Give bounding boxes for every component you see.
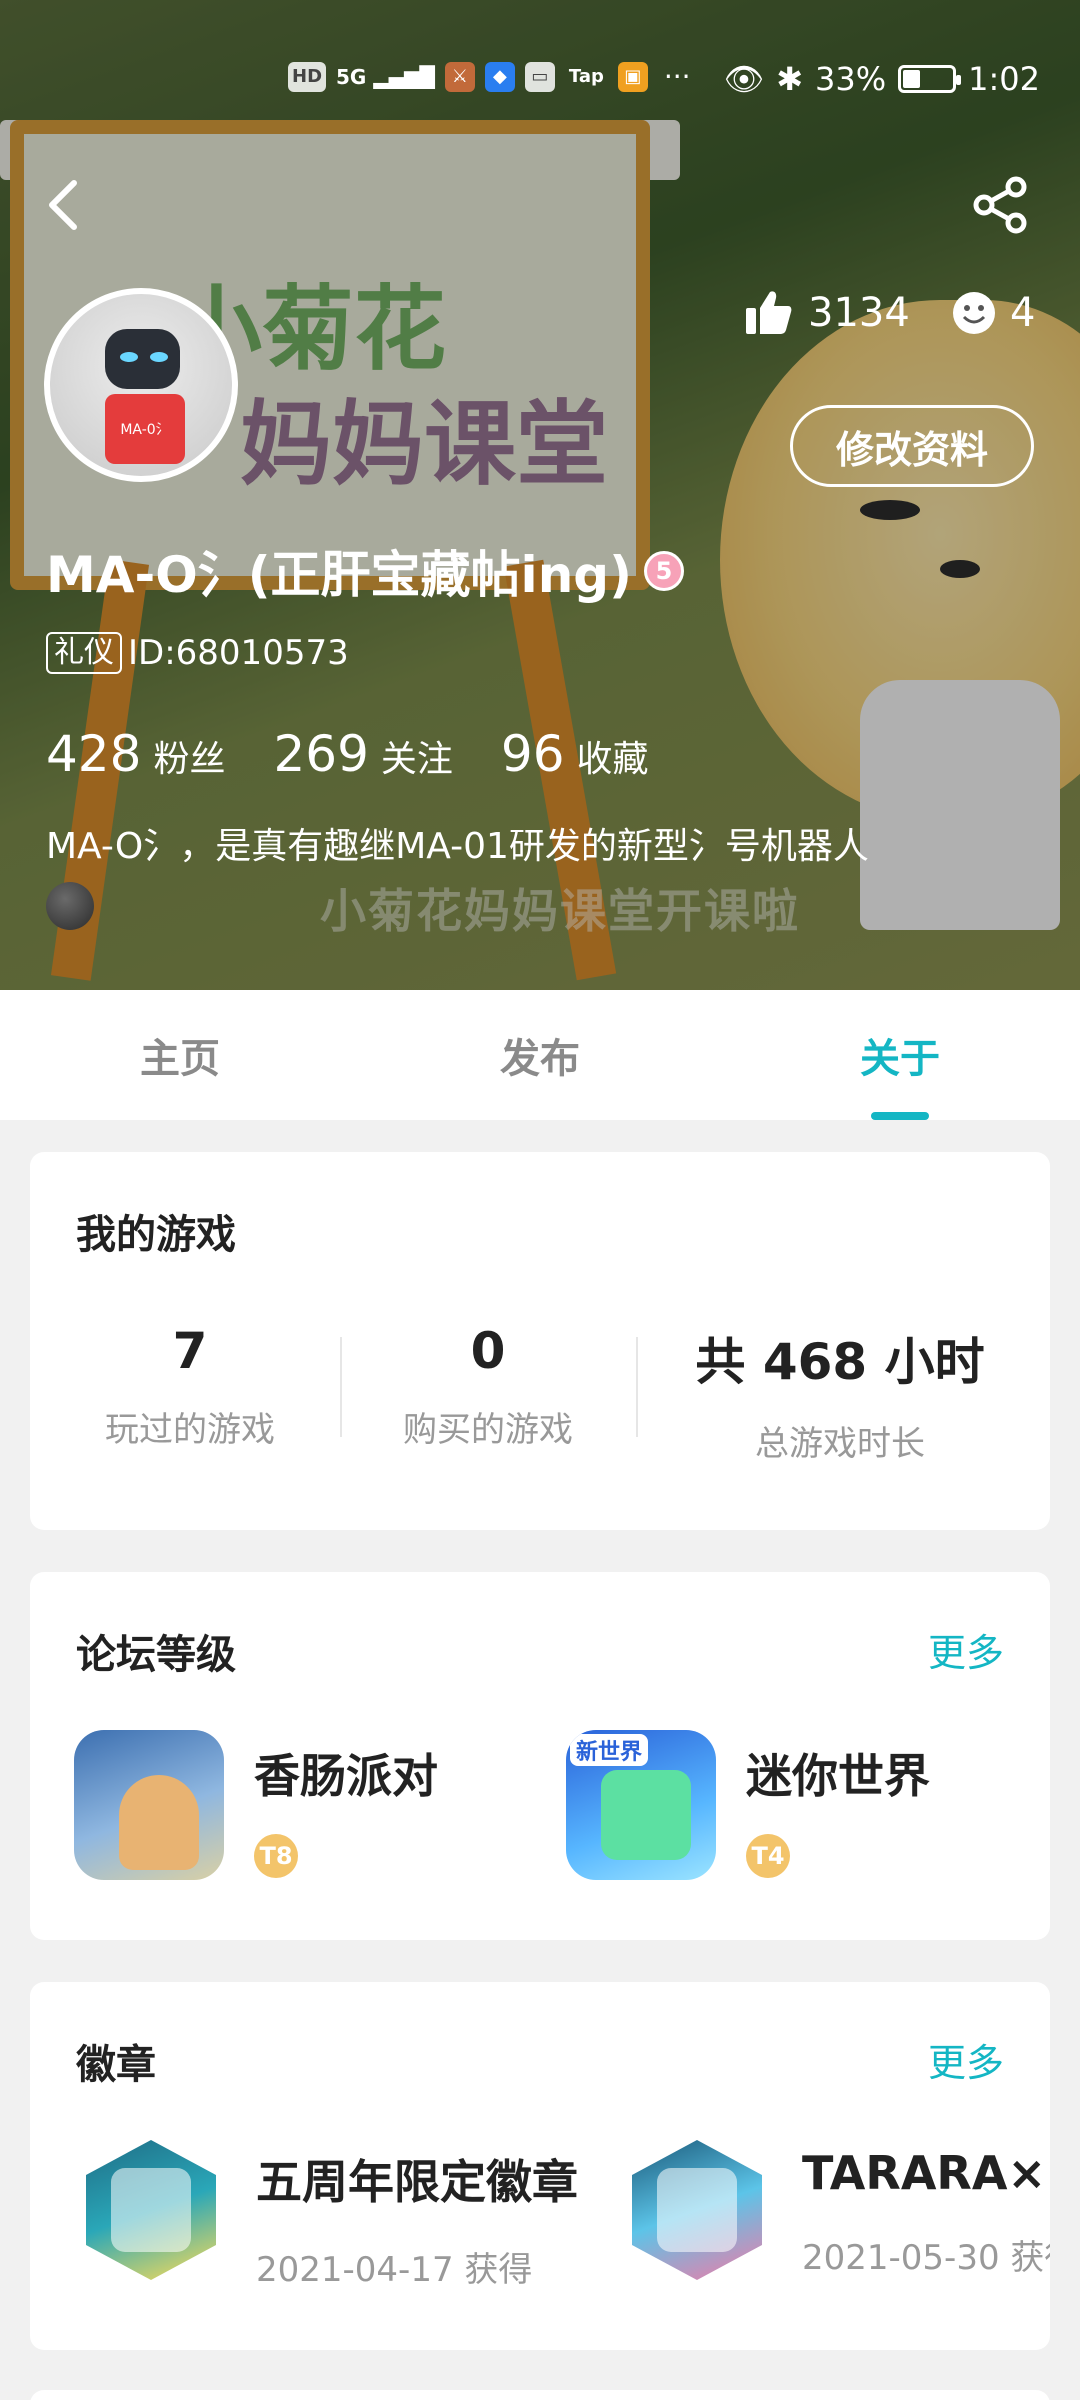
forum-level-badge-icon: T8	[254, 1834, 298, 1878]
more-notifications-icon: ···	[663, 60, 691, 93]
tab-about[interactable]: 关于	[720, 990, 1080, 1120]
shield-app-icon: ◆	[484, 61, 515, 92]
badge-info: 五周年限定徽章 2021-04-17 获得	[256, 2140, 578, 2291]
profile-tabs: 主页 发布 关于	[0, 990, 1080, 1120]
badge-info: TARARA×RO 2021-05-30 获得	[802, 2140, 1050, 2280]
mini-world-icon-tag: 新世界	[570, 1734, 649, 1766]
forum-level-card: 论坛等级 更多 香肠派对 T8 新世界 迷你世界 T4	[30, 1572, 1050, 1940]
next-card-peek	[30, 2390, 1050, 2400]
back-button[interactable]	[40, 175, 90, 235]
badge-date: 2021-05-30 获得	[802, 2238, 1050, 2278]
hd-icon: HD	[288, 61, 327, 92]
robot-body: MA-0氵	[105, 394, 185, 464]
forum-item-info: 香肠派对 T8	[254, 1730, 438, 1880]
badge-item[interactable]: 五周年限定徽章 2021-04-17 获得	[86, 2140, 578, 2291]
etiquette-tag: 礼仪	[46, 632, 122, 674]
faces-value: 4	[1010, 290, 1036, 336]
user-id: ID:68010573	[128, 633, 349, 673]
purchased-games-label: 购买的游戏	[403, 1410, 573, 1450]
huawei-app-icon: ▭	[524, 61, 555, 92]
score-app-icon: ▣	[617, 61, 648, 92]
edit-profile-button[interactable]: 修改资料	[790, 405, 1034, 487]
mini-world-icon: 新世界	[566, 1730, 716, 1880]
badges-more-link[interactable]: 更多	[928, 2032, 1004, 2087]
badge-icon-inner	[657, 2168, 737, 2252]
battery-icon	[898, 65, 962, 93]
purchased-games-count: 0	[470, 1322, 506, 1380]
my-games-card: 我的游戏 7 玩过的游戏 0 购买的游戏 共 468 小时 总游戏时长	[30, 1152, 1050, 1530]
stat-label: 关注	[380, 739, 453, 780]
sausage-party-icon	[74, 1730, 224, 1880]
tap-app-icon: Tap	[568, 66, 604, 87]
thumbs-up-icon	[746, 291, 792, 334]
forum-more-link[interactable]: 更多	[928, 1622, 1004, 1677]
forum-game-name: 迷你世界	[746, 1749, 930, 1803]
forum-level-title: 论坛等级	[76, 1632, 236, 1678]
status-left-icons: HD 5G ▂▄▆█ ⚔ ◆ ▭ Tap ▣ ···	[288, 60, 691, 93]
robot-head	[105, 329, 180, 389]
badge-name: TARARA×RO	[802, 2146, 1050, 2200]
username-text: MA-O氵(正肝宝藏帖ing)	[46, 546, 632, 604]
stat-label: 粉丝	[153, 739, 226, 780]
following-stat[interactable]: 269 关注	[273, 725, 452, 783]
eye-icon: 👁	[723, 60, 765, 98]
stat-number: 269	[273, 725, 369, 783]
sausage-character	[119, 1775, 199, 1870]
stat-label: 收藏	[576, 739, 649, 780]
stat-number: 96	[500, 725, 565, 783]
favorites-stat[interactable]: 96 收藏	[501, 725, 649, 783]
my-games-title: 我的游戏	[76, 1212, 236, 1258]
bio: MA-O氵，是真有趣继MA-01研发的新型氵号机器人	[46, 826, 869, 867]
likes-count: 3134	[744, 290, 910, 336]
chevron-left-icon	[49, 180, 77, 230]
anniversary-badge-icon	[86, 2140, 216, 2280]
status-bar: HD 5G ▂▄▆█ ⚔ ◆ ▭ Tap ▣ ··· 👁 ✱ 33% 1:02	[0, 0, 1080, 98]
badge-icon-inner	[111, 2168, 191, 2252]
share-icon	[973, 176, 1027, 234]
forum-item-info: 迷你世界 T4	[746, 1730, 930, 1880]
badges-title: 徽章	[76, 2042, 156, 2088]
total-playtime-stat[interactable]: 共 468 小时 总游戏时长	[670, 1322, 1010, 1465]
user-id-row: 礼仪 ID:68010573	[46, 632, 349, 674]
stat-number: 428	[46, 725, 142, 783]
share-button[interactable]	[970, 175, 1030, 235]
tab-posts[interactable]: 发布	[360, 990, 720, 1120]
tarara-badge-icon	[632, 2140, 762, 2280]
divider	[340, 1337, 342, 1437]
badge-item[interactable]: TARARA×RO 2021-05-30 获得	[632, 2140, 1050, 2280]
likes-value: 3134	[808, 290, 910, 336]
forum-item-mini-world[interactable]: 新世界 迷你世界 T4	[566, 1730, 930, 1880]
robot-eye	[150, 352, 168, 362]
avatar[interactable]: MA-0氵	[44, 288, 238, 482]
profile-stats: 428 粉丝 269 关注 96 收藏	[46, 725, 649, 783]
clock: 1:02	[968, 60, 1040, 98]
forum-item-sausage-party[interactable]: 香肠派对 T8	[74, 1730, 438, 1880]
smiley-icon	[953, 292, 995, 334]
badges-card: 徽章 更多 五周年限定徽章 2021-04-17 获得 TARARA×RO 20…	[30, 1982, 1050, 2350]
forum-game-name: 香肠派对	[254, 1749, 438, 1803]
bio-emoji-icon	[46, 882, 94, 930]
badge-date: 2021-04-17 获得	[256, 2250, 533, 2290]
username: MA-O氵(正肝宝藏帖ing) 5	[46, 535, 684, 607]
game-app-icon: ⚔	[444, 61, 475, 92]
total-playtime-value: 共 468 小时	[695, 1333, 985, 1391]
status-right-icons: 👁 ✱ 33% 1:02	[724, 60, 1040, 98]
mini-world-character	[601, 1770, 691, 1860]
followers-stat[interactable]: 428 粉丝	[46, 725, 225, 783]
faces-count: 4	[952, 290, 1035, 336]
played-games-count: 7	[172, 1322, 208, 1380]
badge-name: 五周年限定徽章	[256, 2155, 578, 2209]
total-playtime-label: 总游戏时长	[755, 1424, 925, 1464]
played-games-stat[interactable]: 7 玩过的游戏	[70, 1322, 310, 1451]
bluetooth-icon: ✱	[776, 60, 804, 98]
divider	[636, 1337, 638, 1437]
level-badge-icon: 5	[643, 551, 684, 591]
forum-level-badge-icon: T4	[746, 1834, 790, 1878]
played-games-label: 玩过的游戏	[105, 1410, 275, 1450]
purchased-games-stat[interactable]: 0 购买的游戏	[368, 1322, 608, 1451]
battery-percent: 33%	[815, 60, 887, 98]
signal-5g-icon: 5G ▂▄▆█	[336, 64, 435, 89]
robot-eye	[120, 352, 138, 362]
tab-home[interactable]: 主页	[0, 990, 360, 1120]
